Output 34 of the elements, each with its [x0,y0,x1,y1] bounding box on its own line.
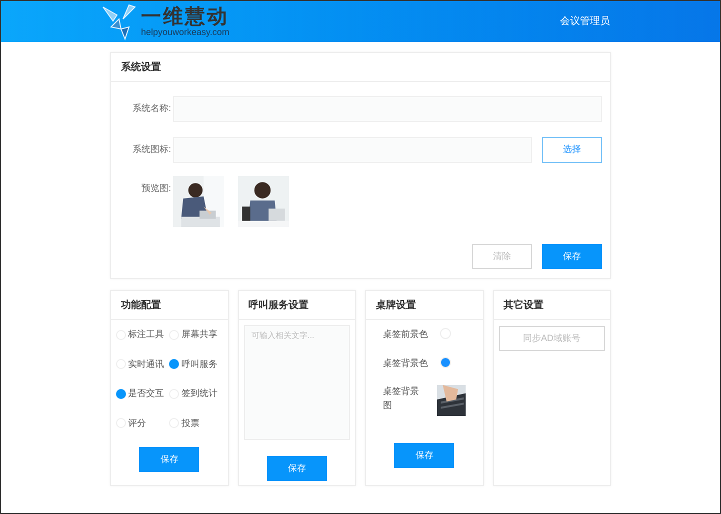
card-title: 功能配置 [121,298,161,312]
card-title: 桌牌设置 [376,298,416,312]
option-label: 是否交互 [128,387,164,400]
choose-button[interactable]: 选择 [542,137,602,163]
field-label: 系统图标: [131,143,172,156]
logo-icon [101,2,137,40]
clear-button[interactable]: 清除 [472,244,532,269]
option-label: 评分 [128,416,146,430]
option-label: 屏幕共享 [181,328,218,341]
option-label: 桌签背景图 [383,385,420,412]
radio-button[interactable] [169,359,180,370]
save-button[interactable]: 保存 [266,456,327,481]
logo-text: 一维慧动 [141,6,230,26]
save-button[interactable]: 保存 [542,244,602,269]
save-button[interactable]: 保存 [139,447,200,472]
option-label: 标注工具 [128,328,164,341]
option-label: 桌签背景色 [383,356,428,370]
sync-button[interactable]: 同步AD域账号 [498,326,605,352]
card-title: 系统设置 [121,60,161,74]
card-title: 呼叫服务设置 [248,298,308,312]
field-label: 系统名称: [131,102,172,116]
option-label: 桌签前景色 [383,328,428,341]
logo-subtitle: helpyouworkeasy.com [141,28,230,36]
option-label: 投票 [181,416,200,430]
field-label: 预览图: [140,182,172,195]
option-label: 呼叫服务 [181,358,218,370]
option-label: 实时通讯 [128,358,164,370]
color-swatch[interactable] [440,356,451,368]
user-name[interactable]: 会议管理员 [560,14,610,29]
option-label: 签到统计 [181,387,218,400]
radio-button[interactable] [116,388,126,399]
text-area[interactable]: 可输入相关文字... [244,325,350,440]
save-button[interactable]: 保存 [394,443,454,468]
card-title: 其它设置 [504,298,544,312]
